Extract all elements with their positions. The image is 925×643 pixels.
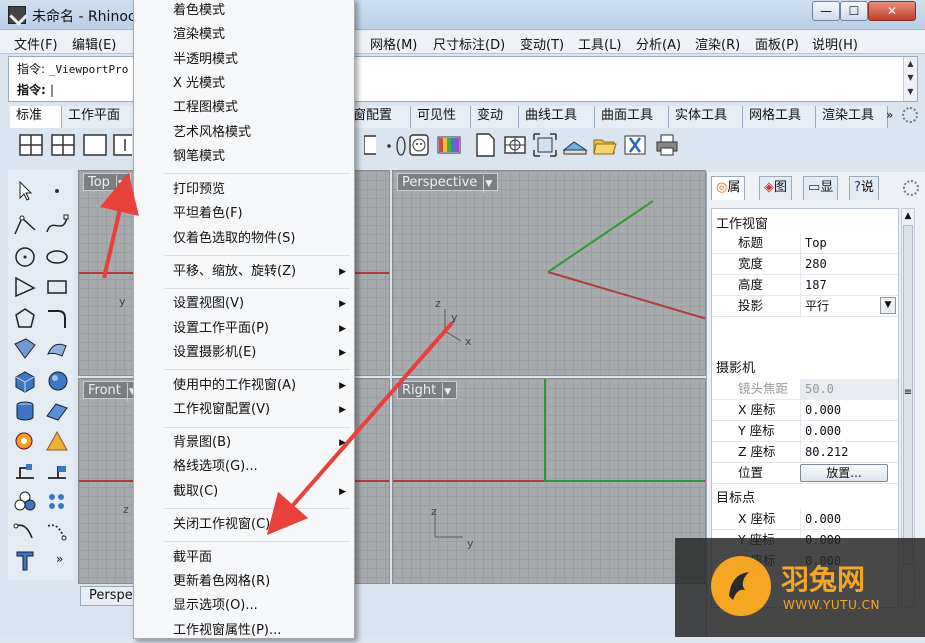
annotation-arrow-close [266,321,454,536]
rhino-window: 未命名 - Rhinoceros — ☐ ✕ 文件(F) 编辑(E) 网格(M)… [0,0,925,639]
watermark-url: WWW.YUTU.CN [783,598,880,612]
watermark-logo [711,556,771,616]
watermark-name: 羽兔网 [781,563,866,596]
watermark: 羽兔网 WWW.YUTU.CN [675,538,925,637]
annotation-arrow-top [99,172,139,279]
